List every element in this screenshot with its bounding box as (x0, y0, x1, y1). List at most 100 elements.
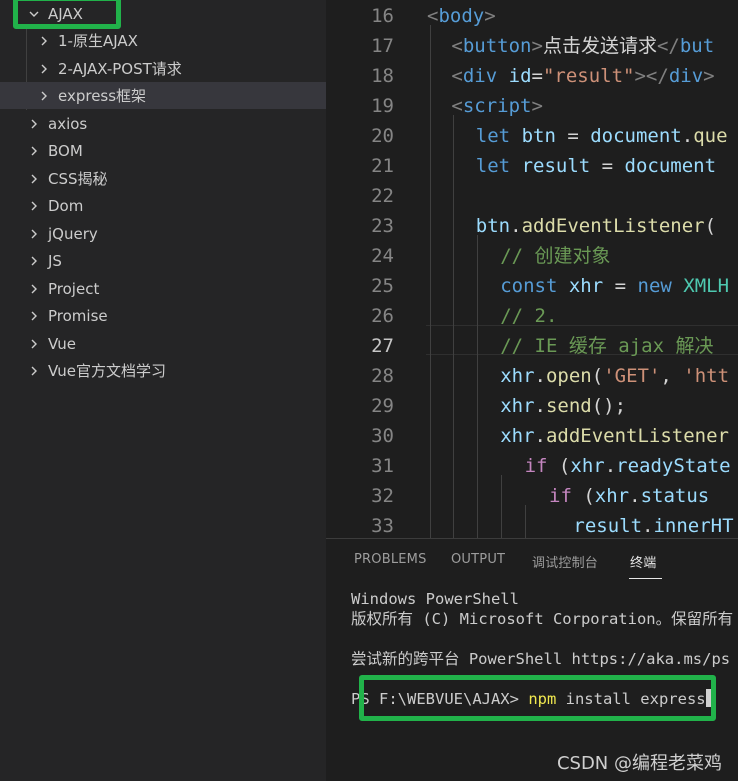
code-token: btn (475, 215, 511, 237)
line-number: 31 (371, 455, 394, 477)
code-token: xhr (500, 395, 535, 417)
folder-js[interactable]: JS (0, 247, 326, 274)
folder-promise[interactable]: Promise (0, 302, 326, 329)
tab-debug-console[interactable]: 调试控制台 (532, 552, 598, 571)
terminal-line: 尝试新的跨平台 PowerShell https://aka.ms/ps (351, 650, 731, 668)
folder-label: AJAX (48, 4, 83, 23)
folder-label: CSS揭秘 (48, 170, 108, 188)
code-token: , (660, 365, 684, 387)
watermark: CSDN @编程老菜鸡 (556, 753, 722, 774)
line-number: 26 (371, 305, 394, 327)
folder-1-native-ajax[interactable]: 1-原生AJAX (0, 27, 326, 54)
code-token: addEventListener (521, 215, 705, 237)
terminal-command: npm (528, 690, 557, 708)
code-token: < (451, 95, 463, 117)
code-token: readyState (616, 455, 731, 477)
chevron-right-icon (26, 253, 42, 269)
line-number: 16 (371, 5, 394, 27)
code-token: = (555, 125, 591, 147)
code-line: xhr.send(); (500, 391, 626, 421)
indent-guide (477, 235, 478, 538)
line-number: 18 (371, 65, 394, 87)
chevron-right-icon (26, 281, 42, 297)
tab-problems[interactable]: PROBLEMS (354, 552, 427, 567)
code-token: . (510, 215, 522, 237)
code-line: <script> (451, 91, 543, 121)
tab-output[interactable]: OUTPUT (451, 552, 505, 567)
code-token: . (604, 455, 617, 477)
code-token: xhr (500, 365, 535, 387)
chevron-right-icon (26, 363, 42, 379)
code-token: > (531, 35, 543, 57)
chevron-right-icon (26, 171, 42, 187)
line-number: 27 (371, 335, 394, 357)
code-line: if (xhr.status (549, 481, 709, 511)
code-line: <body> (427, 1, 496, 31)
code-line: let result = document (476, 151, 716, 181)
code-line: const xhr = new XMLH (500, 271, 729, 301)
code-line: <div id="result"></div> (451, 61, 714, 91)
code-token: status (640, 485, 710, 507)
folder-css[interactable]: CSS揭秘 (0, 165, 326, 192)
code-token: xhr (594, 485, 630, 507)
code-token: . (534, 365, 546, 387)
line-number: 32 (371, 485, 394, 507)
folder-label: Vue (48, 334, 76, 353)
code-token: "result" (542, 65, 635, 87)
folder-vue-docs[interactable]: Vue官方文档学习 (0, 357, 326, 384)
terminal-input-line[interactable]: PS F:\WEBVUE\AJAX> npm install express (351, 689, 715, 709)
explorer-sidebar: AJAX 1-原生AJAX 2-AJAX-POST请求 express框架 ax… (0, 0, 326, 781)
folder-label: axios (48, 114, 88, 133)
code-token: xhr (568, 275, 604, 297)
code-token: if (549, 485, 572, 507)
code-line: result.innerHT (573, 511, 733, 538)
code-token: ( (704, 215, 717, 237)
chevron-right-icon (36, 33, 52, 49)
folder-label: Project (48, 279, 100, 298)
code-token: 点击发送请求 (542, 35, 657, 57)
chevron-right-icon (26, 336, 42, 352)
folder-2-ajax-post[interactable]: 2-AJAX-POST请求 (0, 55, 326, 82)
terminal-line: 版权所有 (C) Microsoft Corporation。保留所有 (351, 610, 734, 628)
line-number: 30 (371, 425, 394, 447)
code-editor[interactable]: 16 <body> 17 <button>点击发送请求</but 18 <div id="… (326, 0, 738, 538)
tab-terminal[interactable]: 终端 (630, 552, 656, 571)
indent-guide (501, 475, 502, 538)
folder-ajax[interactable]: AJAX (0, 0, 326, 27)
folder-dom[interactable]: Dom (0, 192, 326, 219)
folder-axios[interactable]: axios (0, 110, 326, 137)
code-token: . (534, 425, 546, 447)
chevron-right-icon (36, 61, 52, 77)
code-line: btn.addEventListener( (476, 211, 716, 241)
folder-vue[interactable]: Vue (0, 330, 326, 357)
code-token: ></ (634, 65, 669, 87)
line-number: 21 (371, 155, 394, 177)
code-token: . (629, 485, 641, 507)
folder-label: Vue官方文档学习 (48, 362, 166, 380)
indent-guide (525, 505, 526, 538)
folder-label: JS (48, 251, 62, 270)
folder-bom[interactable]: BOM (0, 137, 326, 164)
folder-label: Dom (48, 196, 84, 215)
code-token: > (531, 95, 543, 117)
code-line: xhr.open('GET', 'htt (500, 361, 729, 391)
terminal-line: Windows PowerShell (351, 590, 519, 608)
code-token: < (427, 5, 439, 27)
code-token: const (500, 275, 558, 297)
code-line: // 2. (500, 301, 557, 331)
chevron-right-icon (26, 308, 42, 324)
code-token: let (475, 125, 511, 147)
code-token: = (603, 275, 638, 297)
folder-jquery[interactable]: jQuery (0, 220, 326, 247)
folder-project[interactable]: Project (0, 275, 326, 302)
code-token: // IE 缓存 ajax 解决 (500, 335, 714, 357)
code-token: body (438, 5, 485, 27)
code-token: . (534, 395, 546, 417)
code-token: document (590, 125, 682, 147)
folder-express[interactable]: express框架 (0, 82, 326, 109)
code-token: but (679, 35, 715, 57)
line-number: 20 (371, 125, 394, 147)
